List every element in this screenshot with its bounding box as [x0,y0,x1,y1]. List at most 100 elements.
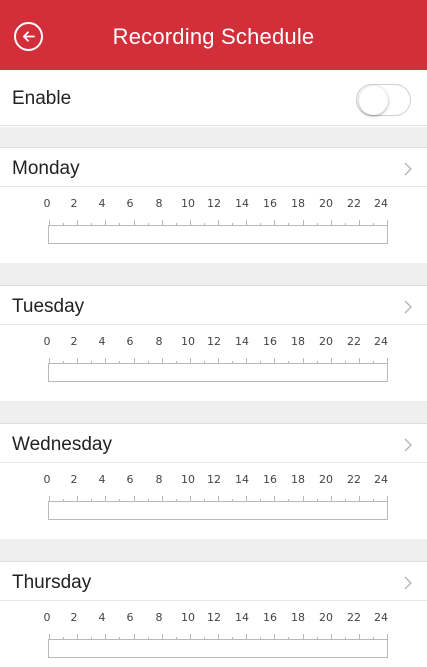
timeline-tick [232,361,234,364]
timeline-tick [105,358,107,364]
timeline-tick [246,496,248,502]
timeline-tick [344,361,346,364]
timeline-tick [203,499,205,502]
timeline-hour-label: 6 [126,473,134,486]
timeline-tick [344,223,346,226]
timeline-tick [260,499,262,502]
day-timeline: 0 2 4 6 8 10 12 14 16 18 20 22 24 [0,325,427,400]
timeline-tick [260,361,262,364]
timeline-hour-label: 6 [126,197,134,210]
app-header: Recording Schedule [0,0,427,70]
timeline-tick [119,499,121,502]
timeline-hour-label: 6 [126,611,134,624]
timeline-hour-label: 4 [98,611,106,624]
timeline-tick [358,634,360,640]
timeline-tick [91,223,93,226]
timeline-tick [218,220,219,226]
timeline-tick [274,634,276,640]
timeline-tick [358,496,360,502]
day-timeline: 0 2 4 6 8 10 12 14 16 18 20 22 24 [0,601,427,667]
timeline-hour-label: 20 [319,473,333,486]
timeline-hour-label: 22 [347,335,361,348]
timeline-tick [161,220,163,226]
timeline-hour-label: 0 [43,335,51,348]
toggle-knob [359,86,388,115]
day-row-monday[interactable]: Monday [0,147,427,187]
timeline-tick [302,634,304,640]
timeline-hour-label: 24 [374,611,388,624]
day-row-wednesday[interactable]: Wednesday [0,423,427,463]
timeline-hour-label: 8 [155,611,163,624]
timeline-tick [372,637,374,640]
timeline-hour-label: 22 [347,473,361,486]
timeline-tick [91,361,93,364]
chevron-right-icon [404,576,412,590]
timeline-bar[interactable] [48,496,388,520]
timeline-tick [218,358,219,364]
timeline-tick [232,499,234,502]
timeline-hour-label: 12 [207,473,221,486]
timeline-tick [189,496,191,502]
section-separator [0,127,427,147]
timeline-hour-label: 16 [263,335,277,348]
timeline-tick [105,220,107,226]
timeline-tick [288,637,290,640]
timeline-tick [63,223,65,226]
timeline-tick [161,634,163,640]
timeline-bar[interactable] [48,634,388,658]
timeline-hour-label: 20 [319,335,333,348]
timeline-hour-label: 14 [235,473,249,486]
timeline-hour-label: 18 [291,473,305,486]
timeline-tick [77,496,79,502]
timeline-tick [63,637,65,640]
timeline-tick [387,496,388,502]
back-arrow-icon [22,31,35,42]
timeline-tick [246,358,248,364]
enable-toggle[interactable] [356,84,411,116]
timeline-hour-label: 2 [70,611,78,624]
timeline-tick [133,634,135,640]
timeline-tick [218,634,219,640]
timeline-tick [288,223,290,226]
timeline-tick [274,220,276,226]
timeline-hour-label: 2 [70,473,78,486]
timeline-tick [203,637,205,640]
timeline-hour-label: 14 [235,335,249,348]
timeline-bar[interactable] [48,358,388,382]
timeline-hour-label: 12 [207,335,221,348]
timeline-hour-label: 18 [291,335,305,348]
back-button[interactable] [14,22,43,51]
timeline-tick [175,637,177,640]
timeline-tick [246,220,248,226]
timeline-tick [218,496,219,502]
timeline-tick [387,220,388,226]
timeline-tick [91,499,93,502]
timeline-tick [232,637,234,640]
chevron-right-icon [404,162,412,176]
enable-label: Enable [12,88,72,109]
timeline-tick [77,220,79,226]
day-row-thursday[interactable]: Thursday [0,561,427,601]
timeline-bar[interactable] [48,220,388,244]
timeline-tick [133,358,135,364]
timeline-hour-label: 0 [43,197,51,210]
timeline-tick [147,361,149,364]
timeline-hour-label: 0 [43,473,51,486]
timeline-hour-label: 24 [374,473,388,486]
timeline-tick [147,499,149,502]
timeline-tick [372,361,374,364]
timeline-tick [49,634,50,640]
timeline-tick [316,499,318,502]
timeline-tick [49,220,50,226]
timeline-tick [119,361,121,364]
day-row-tuesday[interactable]: Tuesday [0,285,427,325]
timeline-tick [63,361,65,364]
timeline-tick [189,358,191,364]
timeline-hour-label: 12 [207,197,221,210]
timeline-tick [105,496,107,502]
timeline-tick [274,496,276,502]
timeline-tick [260,223,262,226]
timeline-hour-label: 22 [347,197,361,210]
timeline-hour-label: 16 [263,611,277,624]
timeline-tick [344,637,346,640]
